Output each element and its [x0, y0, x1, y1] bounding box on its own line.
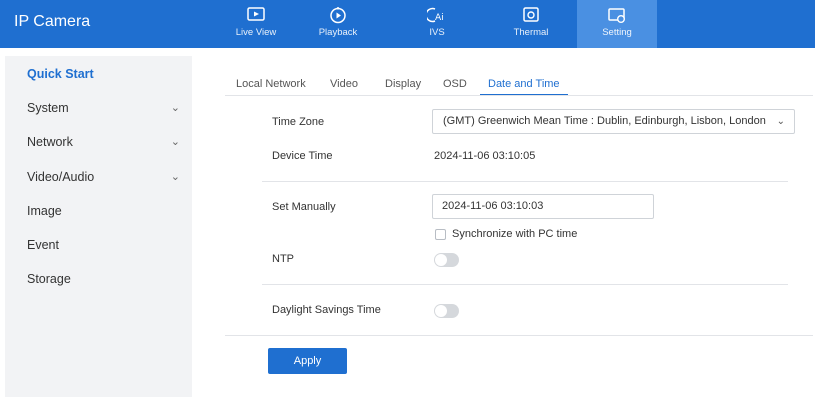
- nav-thermal[interactable]: Thermal: [491, 0, 571, 48]
- live-view-icon: [247, 7, 265, 21]
- sidebar-item-quick-start[interactable]: Quick Start: [5, 57, 192, 91]
- sidebar-item-label: Video/Audio: [27, 170, 95, 184]
- svg-text:Ai: Ai: [435, 13, 444, 23]
- sync-pc-label: Synchronize with PC time: [452, 228, 578, 240]
- sidebar-item-label: Storage: [27, 272, 71, 286]
- tab-date-and-time[interactable]: Date and Time: [480, 72, 568, 96]
- set-manually-input[interactable]: 2024-11-06 03:10:03: [432, 194, 654, 219]
- chevron-down-icon: ⌄: [776, 116, 785, 127]
- section-divider: [262, 284, 788, 285]
- sidebar-item-label: Network: [27, 135, 73, 149]
- sidebar-item-event[interactable]: Event: [5, 228, 192, 262]
- time-zone-label: Time Zone: [272, 116, 325, 128]
- nav-label: Live View: [235, 27, 277, 38]
- chevron-down-icon: ⌄: [170, 171, 180, 183]
- toggle-knob: [435, 305, 447, 317]
- device-time-label: Device Time: [272, 150, 333, 162]
- setting-icon: [608, 8, 625, 23]
- tab-divider: [225, 95, 813, 96]
- sidebar-item-label: System: [27, 101, 69, 115]
- sidebar-item-video-audio[interactable]: Video/Audio ⌄: [5, 160, 192, 194]
- sync-pc-checkbox[interactable]: [435, 229, 446, 240]
- time-zone-select[interactable]: (GMT) Greenwich Mean Time : Dublin, Edin…: [432, 109, 795, 134]
- dst-label: Daylight Savings Time: [272, 304, 381, 316]
- apply-button[interactable]: Apply: [268, 348, 347, 374]
- footer-divider: [225, 335, 813, 336]
- device-time-value: 2024-11-06 03:10:05: [434, 150, 536, 162]
- top-bar: IP Camera Live View Playback Ai IVS Ther…: [0, 0, 815, 48]
- sidebar-item-network[interactable]: Network ⌄: [5, 125, 192, 159]
- sidebar-item-system[interactable]: System ⌄: [5, 91, 192, 125]
- chevron-down-icon: ⌄: [170, 136, 180, 148]
- sidebar: Quick Start System ⌄ Network ⌄ Video/Aud…: [5, 56, 192, 397]
- ntp-toggle[interactable]: [434, 253, 459, 267]
- nav-label: Setting: [602, 27, 632, 38]
- chevron-down-icon: ⌄: [170, 102, 180, 114]
- section-divider: [262, 181, 788, 182]
- dst-toggle[interactable]: [434, 304, 459, 318]
- sidebar-item-label: Quick Start: [27, 67, 94, 81]
- set-manually-label: Set Manually: [272, 201, 336, 213]
- sidebar-item-label: Image: [27, 204, 62, 218]
- sidebar-item-storage[interactable]: Storage: [5, 262, 192, 296]
- nav-live-view[interactable]: Live View: [216, 0, 296, 48]
- thermal-icon: [523, 7, 539, 22]
- nav-label: Playback: [318, 27, 358, 38]
- sidebar-item-image[interactable]: Image: [5, 194, 192, 228]
- nav-playback[interactable]: Playback: [298, 0, 378, 48]
- nav-label: IVS: [429, 27, 445, 38]
- app-title: IP Camera: [14, 13, 91, 30]
- nav-ivs[interactable]: Ai IVS: [397, 0, 477, 48]
- nav-label: Thermal: [513, 27, 549, 38]
- time-zone-value: (GMT) Greenwich Mean Time : Dublin, Edin…: [443, 115, 766, 127]
- playback-icon: [330, 7, 346, 24]
- ntp-label: NTP: [272, 253, 294, 265]
- sidebar-item-label: Event: [27, 238, 59, 252]
- nav-setting[interactable]: Setting: [577, 0, 657, 48]
- ivs-icon: Ai: [427, 7, 444, 23]
- toggle-knob: [435, 254, 447, 266]
